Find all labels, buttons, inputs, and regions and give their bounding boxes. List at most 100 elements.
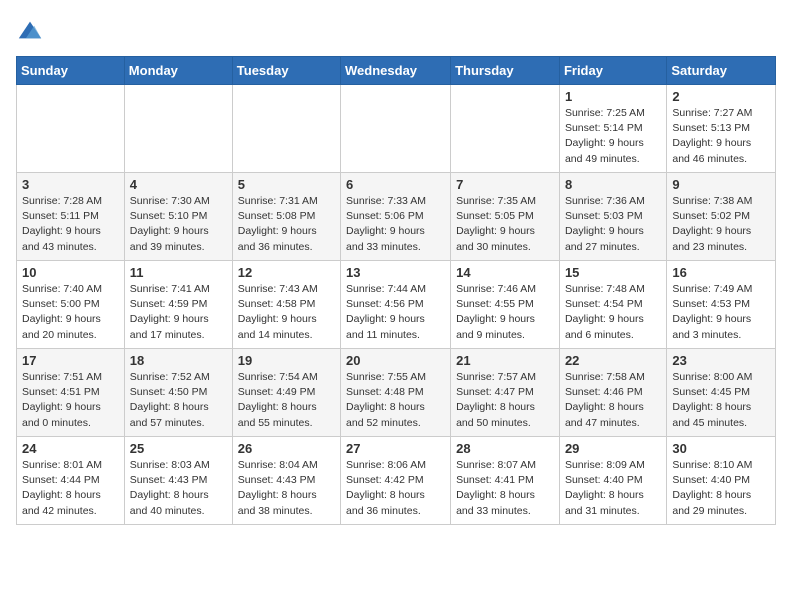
day-info: Sunrise: 8:09 AMSunset: 4:40 PMDaylight:… <box>565 458 661 519</box>
day-info: Sunrise: 7:51 AMSunset: 4:51 PMDaylight:… <box>22 370 119 431</box>
calendar-day-cell: 2 Sunrise: 7:27 AMSunset: 5:13 PMDaylight… <box>667 85 776 173</box>
calendar-empty-cell <box>124 85 232 173</box>
day-number: 13 <box>346 265 445 280</box>
weekday-header-thursday: Thursday <box>451 57 560 85</box>
day-number: 22 <box>565 353 661 368</box>
calendar-empty-cell <box>232 85 340 173</box>
weekday-header-friday: Friday <box>559 57 666 85</box>
day-info: Sunrise: 8:10 AMSunset: 4:40 PMDaylight:… <box>672 458 770 519</box>
calendar-day-cell: 23 Sunrise: 8:00 AMSunset: 4:45 PMDayligh… <box>667 349 776 437</box>
day-number: 19 <box>238 353 335 368</box>
weekday-header-tuesday: Tuesday <box>232 57 340 85</box>
calendar-day-cell: 21Sunrise: 7:57 AMSunset: 4:47 PMDayligh… <box>451 349 560 437</box>
day-number: 2 <box>672 89 770 104</box>
day-number: 18 <box>130 353 227 368</box>
day-number: 26 <box>238 441 335 456</box>
day-number: 28 <box>456 441 554 456</box>
day-info: Sunrise: 7:43 AMSunset: 4:58 PMDaylight:… <box>238 282 335 343</box>
day-number: 29 <box>565 441 661 456</box>
calendar-empty-cell <box>341 85 451 173</box>
calendar-day-cell: 15 Sunrise: 7:48 AMSunset: 4:54 PMDayligh… <box>559 261 666 349</box>
day-info: Sunrise: 7:31 AMSunset: 5:08 PMDaylight:… <box>238 194 335 255</box>
weekday-header-row: SundayMondayTuesdayWednesdayThursdayFrid… <box>17 57 776 85</box>
calendar-day-cell: 11Sunrise: 7:41 AMSunset: 4:59 PMDayligh… <box>124 261 232 349</box>
day-info: Sunrise: 7:40 AMSunset: 5:00 PMDaylight:… <box>22 282 119 343</box>
calendar-week-row: 3Sunrise: 7:28 AMSunset: 5:11 PMDaylight… <box>17 173 776 261</box>
day-info: Sunrise: 7:33 AMSunset: 5:06 PMDaylight:… <box>346 194 445 255</box>
day-number: 7 <box>456 177 554 192</box>
calendar-day-cell: 5 Sunrise: 7:31 AMSunset: 5:08 PMDaylight… <box>232 173 340 261</box>
day-info: Sunrise: 8:06 AMSunset: 4:42 PMDaylight:… <box>346 458 445 519</box>
day-info: Sunrise: 8:07 AMSunset: 4:41 PMDaylight:… <box>456 458 554 519</box>
day-info: Sunrise: 7:35 AMSunset: 5:05 PMDaylight:… <box>456 194 554 255</box>
calendar-day-cell: 18 Sunrise: 7:52 AMSunset: 4:50 PMDayligh… <box>124 349 232 437</box>
calendar-day-cell: 25 Sunrise: 8:03 AMSunset: 4:43 PMDayligh… <box>124 437 232 525</box>
calendar-day-cell: 12 Sunrise: 7:43 AMSunset: 4:58 PMDayligh… <box>232 261 340 349</box>
calendar-day-cell: 10 Sunrise: 7:40 AMSunset: 5:00 PMDayligh… <box>17 261 125 349</box>
calendar-table: SundayMondayTuesdayWednesdayThursdayFrid… <box>16 56 776 525</box>
calendar-week-row: 1 Sunrise: 7:25 AMSunset: 5:14 PMDaylight… <box>17 85 776 173</box>
logo <box>16 16 48 44</box>
day-info: Sunrise: 7:46 AMSunset: 4:55 PMDaylight:… <box>456 282 554 343</box>
day-number: 12 <box>238 265 335 280</box>
day-number: 15 <box>565 265 661 280</box>
calendar-day-cell: 13Sunrise: 7:44 AMSunset: 4:56 PMDayligh… <box>341 261 451 349</box>
calendar-day-cell: 29 Sunrise: 8:09 AMSunset: 4:40 PMDayligh… <box>559 437 666 525</box>
calendar-day-cell: 19 Sunrise: 7:54 AMSunset: 4:49 PMDayligh… <box>232 349 340 437</box>
day-info: Sunrise: 7:55 AMSunset: 4:48 PMDaylight:… <box>346 370 445 431</box>
day-info: Sunrise: 7:57 AMSunset: 4:47 PMDaylight:… <box>456 370 554 431</box>
day-info: Sunrise: 7:41 AMSunset: 4:59 PMDaylight:… <box>130 282 227 343</box>
page-header <box>16 16 776 44</box>
day-number: 24 <box>22 441 119 456</box>
day-number: 9 <box>672 177 770 192</box>
day-info: Sunrise: 8:00 AMSunset: 4:45 PMDaylight:… <box>672 370 770 431</box>
day-info: Sunrise: 7:36 AMSunset: 5:03 PMDaylight:… <box>565 194 661 255</box>
calendar-week-row: 24 Sunrise: 8:01 AMSunset: 4:44 PMDayligh… <box>17 437 776 525</box>
calendar-day-cell: 9 Sunrise: 7:38 AMSunset: 5:02 PMDaylight… <box>667 173 776 261</box>
calendar-day-cell: 3Sunrise: 7:28 AMSunset: 5:11 PMDaylight… <box>17 173 125 261</box>
day-info: Sunrise: 7:30 AMSunset: 5:10 PMDaylight:… <box>130 194 227 255</box>
day-info: Sunrise: 7:38 AMSunset: 5:02 PMDaylight:… <box>672 194 770 255</box>
calendar-week-row: 17 Sunrise: 7:51 AMSunset: 4:51 PMDayligh… <box>17 349 776 437</box>
day-number: 16 <box>672 265 770 280</box>
day-info: Sunrise: 7:54 AMSunset: 4:49 PMDaylight:… <box>238 370 335 431</box>
day-number: 5 <box>238 177 335 192</box>
day-number: 27 <box>346 441 445 456</box>
day-info: Sunrise: 7:27 AMSunset: 5:13 PMDaylight:… <box>672 106 770 167</box>
calendar-day-cell: 16 Sunrise: 7:49 AMSunset: 4:53 PMDayligh… <box>667 261 776 349</box>
calendar-day-cell: 26 Sunrise: 8:04 AMSunset: 4:43 PMDayligh… <box>232 437 340 525</box>
day-info: Sunrise: 8:01 AMSunset: 4:44 PMDaylight:… <box>22 458 119 519</box>
calendar-empty-cell <box>17 85 125 173</box>
day-info: Sunrise: 7:49 AMSunset: 4:53 PMDaylight:… <box>672 282 770 343</box>
logo-icon <box>16 16 44 44</box>
day-info: Sunrise: 7:48 AMSunset: 4:54 PMDaylight:… <box>565 282 661 343</box>
day-number: 1 <box>565 89 661 104</box>
day-number: 14 <box>456 265 554 280</box>
day-number: 3 <box>22 177 119 192</box>
calendar-day-cell: 17 Sunrise: 7:51 AMSunset: 4:51 PMDayligh… <box>17 349 125 437</box>
weekday-header-sunday: Sunday <box>17 57 125 85</box>
day-info: Sunrise: 7:58 AMSunset: 4:46 PMDaylight:… <box>565 370 661 431</box>
calendar-day-cell: 30Sunrise: 8:10 AMSunset: 4:40 PMDayligh… <box>667 437 776 525</box>
calendar-day-cell: 7 Sunrise: 7:35 AMSunset: 5:05 PMDaylight… <box>451 173 560 261</box>
day-number: 25 <box>130 441 227 456</box>
weekday-header-wednesday: Wednesday <box>341 57 451 85</box>
day-number: 20 <box>346 353 445 368</box>
calendar-day-cell: 1 Sunrise: 7:25 AMSunset: 5:14 PMDaylight… <box>559 85 666 173</box>
day-number: 6 <box>346 177 445 192</box>
day-number: 10 <box>22 265 119 280</box>
day-number: 17 <box>22 353 119 368</box>
day-number: 8 <box>565 177 661 192</box>
day-number: 23 <box>672 353 770 368</box>
day-info: Sunrise: 7:52 AMSunset: 4:50 PMDaylight:… <box>130 370 227 431</box>
day-number: 4 <box>130 177 227 192</box>
calendar-day-cell: 24 Sunrise: 8:01 AMSunset: 4:44 PMDayligh… <box>17 437 125 525</box>
calendar-empty-cell <box>451 85 560 173</box>
day-info: Sunrise: 7:25 AMSunset: 5:14 PMDaylight:… <box>565 106 661 167</box>
calendar-day-cell: 28 Sunrise: 8:07 AMSunset: 4:41 PMDayligh… <box>451 437 560 525</box>
calendar-day-cell: 20 Sunrise: 7:55 AMSunset: 4:48 PMDayligh… <box>341 349 451 437</box>
day-info: Sunrise: 8:03 AMSunset: 4:43 PMDaylight:… <box>130 458 227 519</box>
calendar-day-cell: 4 Sunrise: 7:30 AMSunset: 5:10 PMDaylight… <box>124 173 232 261</box>
day-info: Sunrise: 8:04 AMSunset: 4:43 PMDaylight:… <box>238 458 335 519</box>
calendar-day-cell: 14 Sunrise: 7:46 AMSunset: 4:55 PMDayligh… <box>451 261 560 349</box>
